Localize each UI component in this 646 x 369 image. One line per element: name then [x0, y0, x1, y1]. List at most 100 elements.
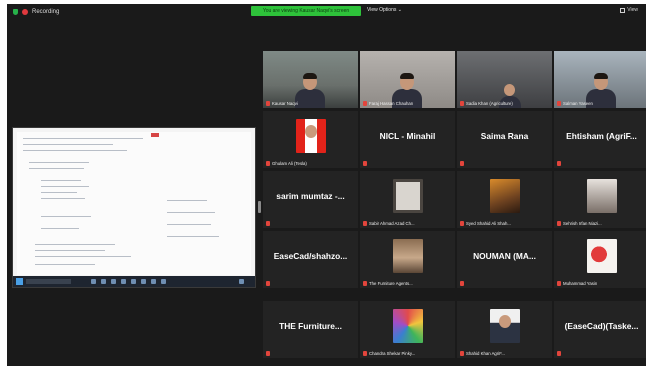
muted-mic-icon	[363, 161, 367, 166]
taskbar-search[interactable]	[26, 279, 71, 284]
gallery-view-label: View	[627, 7, 638, 13]
muted-mic-icon	[266, 161, 270, 166]
document-line	[41, 186, 89, 187]
document-line	[167, 212, 215, 213]
document-line	[23, 144, 113, 145]
participant-tile[interactable]: Kausar Naqvi	[263, 51, 358, 108]
document-line	[41, 192, 77, 193]
record-dot-icon	[22, 9, 28, 15]
participant-name: Syed Shahid Ali Shah...	[466, 221, 511, 226]
muted-mic-icon	[557, 281, 561, 286]
participant-video	[457, 51, 552, 108]
participant-tile[interactable]: Ehtisham (AgriF...	[554, 111, 646, 168]
participant-tile[interactable]: Faraj Hassan Chauhan	[360, 51, 455, 108]
participant-name: Kausar Naqvi	[272, 101, 298, 106]
start-icon[interactable]	[16, 278, 23, 285]
profile-picture	[295, 119, 326, 153]
windows-taskbar	[13, 276, 255, 287]
participant-tile[interactable]: THE Furniture...	[263, 301, 358, 358]
document-line	[41, 198, 85, 199]
document-line	[167, 200, 207, 201]
app-icon[interactable]	[101, 279, 106, 284]
participant-tile[interactable]: Salman Yaseen	[554, 51, 646, 108]
muted-mic-icon	[557, 221, 561, 226]
participant-tile[interactable]: Saima Rana	[457, 111, 552, 168]
participant-display-name: NICL - Minahil	[379, 131, 436, 141]
person-figure	[295, 73, 325, 108]
participant-tile[interactable]: NOUMAN (MA...	[457, 231, 552, 288]
participant-tile[interactable]: sarim mumtaz -...	[263, 171, 358, 228]
participant-tile[interactable]: The Furniture Agents...	[360, 231, 455, 288]
participant-tile[interactable]: Chandra Shekar Pinky...	[360, 301, 455, 358]
document-line	[167, 224, 211, 225]
app-icon[interactable]	[121, 279, 126, 284]
muted-mic-icon	[460, 351, 464, 356]
shared-screen[interactable]	[12, 127, 256, 288]
tray-icon[interactable]	[239, 279, 244, 284]
muted-mic-icon	[266, 351, 270, 356]
app-icon[interactable]	[141, 279, 146, 284]
security-shield-icon	[13, 9, 18, 15]
app-icon[interactable]	[131, 279, 136, 284]
document-line	[29, 162, 89, 163]
muted-mic-icon	[460, 161, 464, 166]
close-button[interactable]	[151, 133, 159, 137]
participant-display-name: Ehtisham (AgriF...	[566, 131, 637, 141]
participant-display-name: sarim mumtaz -...	[276, 191, 345, 201]
participant-tile[interactable]: Muhammad Yasin	[554, 231, 646, 288]
zoom-meeting-window: Recording You are viewing Kausar Naqvi's…	[7, 4, 646, 366]
participant-tile[interactable]: Sadia Khan (Agriculture)	[457, 51, 552, 108]
screen-share-banner: You are viewing Kausar Naqvi's screen	[251, 6, 361, 16]
participant-display-name: (EaseCad)(Taske...	[564, 321, 639, 331]
participant-tile[interactable]: NICL - Minahil	[360, 111, 455, 168]
participant-tile[interactable]: EaseCad/shahzo...	[263, 231, 358, 288]
participant-tile[interactable]: Ghulam Ali (Tesla)	[263, 111, 358, 168]
participant-name: Sadia Khan (Agriculture)	[466, 101, 513, 106]
profile-picture	[489, 309, 520, 343]
document-line	[23, 138, 143, 139]
participant-tile[interactable]: Syed Shahid Ali Shah...	[457, 171, 552, 228]
participant-name: Sabir Ahmad Azad Ch...	[369, 221, 415, 226]
document-line	[41, 180, 81, 181]
participant-name: Sehrish Irfan Niazi...	[563, 221, 602, 226]
gallery-view-button[interactable]: View	[620, 7, 638, 13]
participant-tile[interactable]: (EaseCad)(Taske...	[554, 301, 646, 358]
participant-name: Muhammad Yasin	[563, 281, 598, 286]
document-line	[35, 244, 115, 245]
app-icon[interactable]	[161, 279, 166, 284]
profile-picture	[489, 179, 520, 213]
participant-name: Chandra Shekar Pinky...	[369, 351, 416, 356]
participant-name: Ghulam Ali (Tesla)	[272, 161, 307, 166]
app-icon[interactable]	[111, 279, 116, 284]
profile-picture	[392, 239, 423, 273]
participant-name: Shahid Khan AgriF...	[466, 351, 505, 356]
participant-name: Faraj Hassan Chauhan	[369, 101, 414, 106]
view-options-button[interactable]: View Options ⌄	[367, 7, 402, 13]
app-icon[interactable]	[151, 279, 156, 284]
muted-mic-icon	[363, 351, 367, 356]
splitter-handle[interactable]	[258, 201, 261, 213]
profile-picture	[586, 179, 617, 213]
recording-label: Recording	[32, 9, 60, 15]
recording-indicator[interactable]: Recording	[13, 9, 59, 15]
participant-video	[263, 51, 358, 108]
profile-picture	[586, 239, 617, 273]
participant-display-name: THE Furniture...	[279, 321, 342, 331]
document-line	[23, 150, 127, 151]
participant-tile[interactable]: Sehrish Irfan Niazi...	[554, 171, 646, 228]
muted-mic-icon	[557, 101, 561, 106]
shared-document	[17, 132, 251, 275]
muted-mic-icon	[266, 281, 270, 286]
muted-mic-icon	[557, 351, 561, 356]
muted-mic-icon	[460, 281, 464, 286]
profile-picture	[392, 309, 423, 343]
muted-mic-icon	[363, 221, 367, 226]
document-line	[167, 236, 219, 237]
participant-tile[interactable]: Shahid Khan AgriF...	[457, 301, 552, 358]
participant-display-name: NOUMAN (MA...	[473, 251, 536, 261]
app-icon[interactable]	[91, 279, 96, 284]
participant-tile[interactable]: Sabir Ahmad Azad Ch...	[360, 171, 455, 228]
document-line	[35, 264, 95, 265]
muted-mic-icon	[266, 221, 270, 226]
participant-video	[360, 51, 455, 108]
